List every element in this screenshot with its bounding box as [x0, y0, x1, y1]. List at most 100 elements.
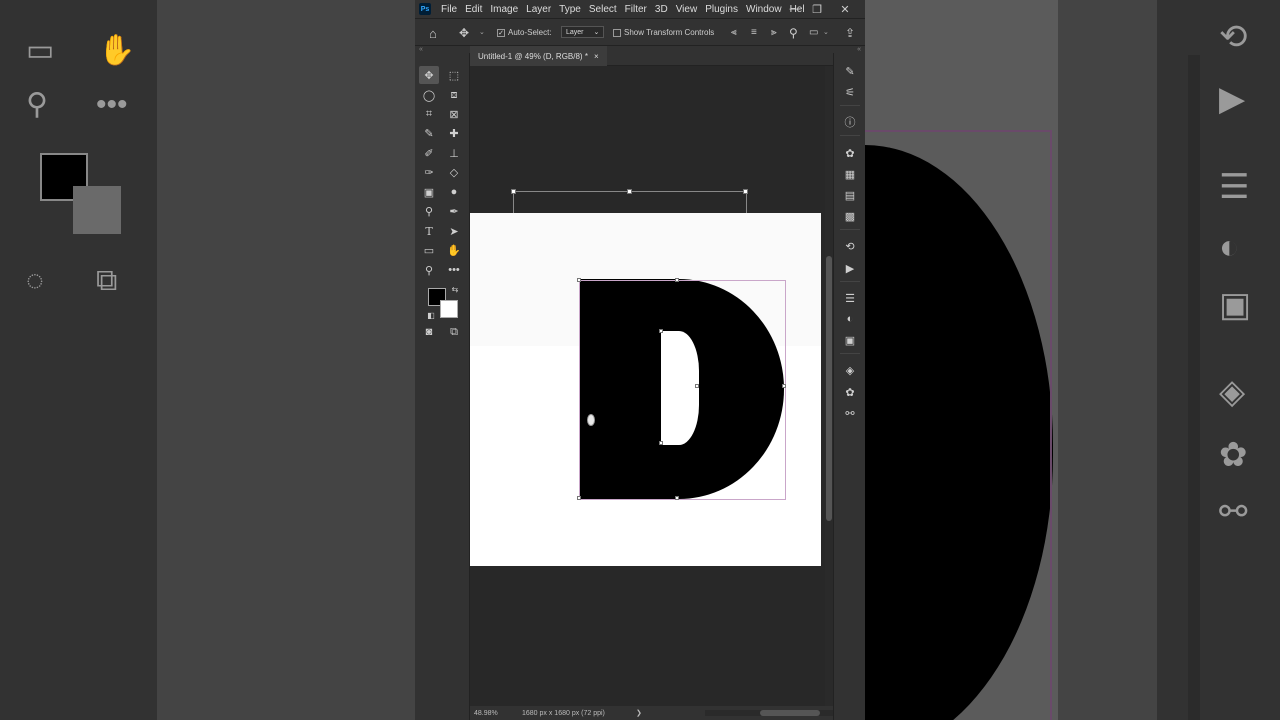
default-colors-icon[interactable]: ◧ — [425, 309, 437, 321]
menu-file[interactable]: File — [437, 4, 461, 15]
close-button[interactable]: ✕ — [834, 0, 856, 18]
eyedropper-tool-icon[interactable]: ✎ — [419, 124, 439, 142]
chevron-down-icon[interactable]: ⌄ — [823, 28, 829, 36]
anchor-point[interactable] — [659, 441, 663, 445]
healing-brush-tool-icon[interactable]: ✚ — [444, 124, 464, 142]
paths-icon[interactable]: ⚯ — [842, 405, 858, 421]
more-tools-icon[interactable]: ••• — [444, 261, 464, 279]
screen-mode-icon[interactable]: ⧉ — [444, 323, 464, 341]
toolbar-collapse[interactable]: « — [415, 46, 470, 53]
menu-edit[interactable]: Edit — [461, 4, 486, 15]
align-right-icon[interactable]: ⫸ — [771, 27, 777, 38]
layers-icon[interactable]: ◈ — [842, 362, 858, 378]
auto-select-target-dropdown[interactable]: Layer ⌄ — [561, 26, 605, 38]
search-icon[interactable]: ⚲ — [789, 26, 798, 40]
bbox-handle[interactable] — [675, 496, 679, 500]
align-left-icon[interactable]: ⫷ — [731, 27, 737, 38]
brushes-icon[interactable]: ⚟ — [842, 84, 858, 100]
bbox-handle[interactable] — [577, 278, 581, 282]
anchor-point[interactable] — [695, 384, 699, 388]
bg-history-icon: ⟲ — [1219, 18, 1248, 56]
frame-tool-icon[interactable]: ⊠ — [444, 105, 464, 123]
bg-play-icon: ▶ — [1219, 80, 1246, 118]
status-menu-arrow[interactable]: ❯ — [636, 709, 642, 717]
horizontal-scroll-thumb[interactable] — [760, 710, 820, 716]
panel-collapse[interactable]: « — [833, 46, 865, 53]
type-tool-icon[interactable]: T — [419, 222, 439, 240]
auto-select-group[interactable]: ✓ Auto-Select: — [497, 28, 552, 37]
chevron-down-icon: ⌄ — [593, 29, 600, 36]
show-transform-checkbox[interactable] — [613, 28, 621, 37]
auto-select-checkbox[interactable]: ✓ — [497, 28, 505, 37]
rectangle-tool-icon[interactable]: ▭ — [419, 241, 439, 259]
vertical-scrollbar[interactable] — [825, 66, 833, 706]
bbox-handle[interactable] — [782, 384, 786, 388]
menu-layer[interactable]: Layer — [522, 4, 555, 15]
show-transform-group[interactable]: Show Transform Controls — [613, 28, 714, 37]
patterns-icon[interactable]: ▩ — [842, 208, 858, 224]
lasso-tool-icon[interactable]: ◯ — [419, 86, 439, 104]
move-tool-preset-icon[interactable]: ✥ — [459, 26, 469, 40]
swap-colors-icon[interactable]: ⇆ — [449, 283, 461, 295]
path-selection-tool-icon[interactable]: ➤ — [444, 222, 464, 240]
collapse-arrows-icon[interactable]: « — [419, 46, 423, 53]
transform-handle[interactable] — [511, 189, 516, 194]
history-brush-tool-icon[interactable]: ✑ — [419, 163, 439, 181]
object-select-tool-icon[interactable]: ⧈ — [444, 86, 464, 104]
menu-plugins[interactable]: Plugins — [701, 4, 742, 15]
collapse-arrows-icon[interactable]: « — [857, 46, 861, 53]
gradients-icon[interactable]: ▤ — [842, 187, 858, 203]
home-icon[interactable]: ⌂ — [429, 26, 437, 41]
minimize-button[interactable]: — — [784, 0, 806, 18]
libraries-icon[interactable]: ▣ — [842, 332, 858, 348]
menu-type[interactable]: Type — [555, 4, 585, 15]
channels-icon[interactable]: ✿ — [842, 384, 858, 400]
bbox-handle[interactable] — [675, 278, 679, 282]
menu-3d[interactable]: 3D — [651, 4, 672, 15]
history-icon[interactable]: ⟲ — [842, 238, 858, 254]
close-tab-icon[interactable]: × — [594, 52, 599, 61]
transform-handle[interactable] — [627, 189, 632, 194]
background-color-swatch[interactable] — [440, 300, 458, 318]
anchor-point[interactable] — [659, 329, 663, 333]
status-bar: 48.98% 1680 px x 1680 px (72 ppi) ❯ — [470, 706, 865, 720]
vertical-scroll-thumb[interactable] — [826, 256, 832, 521]
move-tool-icon[interactable]: ✥ — [419, 66, 439, 84]
menu-select[interactable]: Select — [585, 4, 621, 15]
gradient-tool-icon[interactable]: ▣ — [419, 183, 439, 201]
canvas-area[interactable] — [470, 66, 826, 706]
properties-icon[interactable]: ◐ — [842, 311, 858, 327]
eraser-tool-icon[interactable]: ◇ — [444, 163, 464, 181]
hand-tool-icon[interactable]: ✋ — [444, 241, 464, 259]
menu-window[interactable]: Window — [742, 4, 786, 15]
blur-tool-icon[interactable]: ● — [444, 183, 464, 201]
actions-play-icon[interactable]: ▶ — [842, 260, 858, 276]
brush-tool-icon[interactable]: ✐ — [419, 144, 439, 162]
ps-logo-icon: Ps — [419, 3, 431, 15]
menu-image[interactable]: Image — [486, 4, 522, 15]
document-tab[interactable]: Untitled-1 @ 49% (D, RGB/8) * × — [470, 46, 607, 66]
color-icon[interactable]: ✿ — [842, 145, 858, 161]
adjustments-icon[interactable]: ☰ — [842, 290, 858, 306]
clone-stamp-tool-icon[interactable]: ⊥ — [444, 144, 464, 162]
dodge-tool-icon[interactable]: ⚲ — [419, 202, 439, 220]
info-icon[interactable]: ⓘ — [842, 114, 858, 130]
crop-tool-icon[interactable]: ⌗ — [419, 105, 439, 123]
transform-handle[interactable] — [743, 189, 748, 194]
pen-tool-icon[interactable]: ✒ — [444, 202, 464, 220]
restore-button[interactable]: ❐ — [806, 0, 828, 18]
align-center-icon[interactable]: ≡ — [751, 27, 757, 38]
bbox-handle[interactable] — [577, 496, 581, 500]
brush-settings-icon[interactable]: ✎ — [842, 63, 858, 79]
menu-filter[interactable]: Filter — [621, 4, 651, 15]
quick-mask-icon[interactable]: ◙ — [419, 323, 439, 341]
share-icon[interactable]: ⇪ — [845, 26, 855, 40]
swatches-icon[interactable]: ▦ — [842, 166, 858, 182]
menu-view[interactable]: View — [672, 4, 702, 15]
chevron-down-icon[interactable]: ⌄ — [479, 28, 485, 36]
zoom-tool-icon[interactable]: ⚲ — [419, 261, 439, 279]
marquee-tool-icon[interactable]: ⬚ — [444, 66, 464, 84]
workspace-icon[interactable]: ▭ — [809, 27, 818, 38]
bg-frame-line — [865, 130, 1052, 132]
zoom-level[interactable]: 48.98% — [474, 710, 498, 717]
